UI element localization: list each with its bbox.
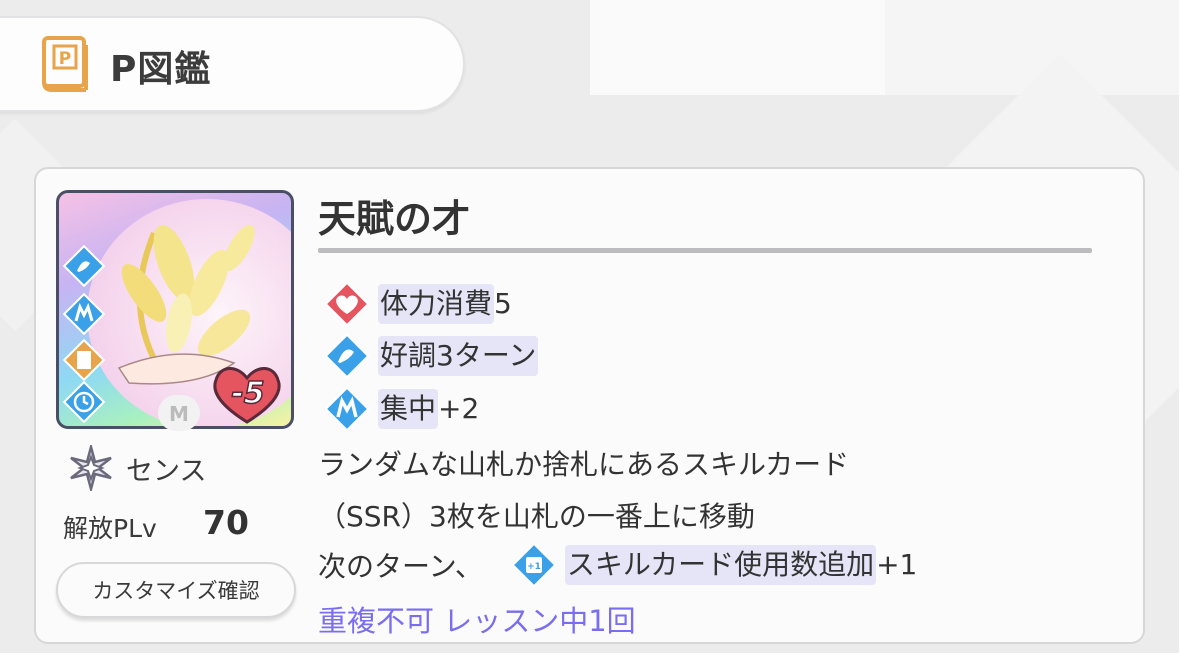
effect-concentration: 集中 +2 xyxy=(322,384,479,434)
effect-value: 5 xyxy=(494,287,512,320)
description-line-extra-skill: 次のターン、 +1 スキルカード使用数追加 +1 xyxy=(318,540,917,590)
title-divider xyxy=(318,248,1092,253)
skill-card-add-icon: +1 xyxy=(511,542,557,588)
effect-label: 好調3ターン xyxy=(378,336,539,376)
svg-text:P: P xyxy=(59,49,71,69)
page-title: P図鑑 xyxy=(110,49,212,90)
description-line: ランダムな山札か捨札にあるスキルカード xyxy=(318,448,850,481)
concentration-icon xyxy=(324,386,370,432)
sense-icon xyxy=(70,445,112,491)
unlock-plv-label: 解放PLv xyxy=(63,514,157,543)
concentration-icon xyxy=(63,293,105,335)
effect-label: スキルカード使用数追加 xyxy=(564,545,877,585)
svg-text:+1: +1 xyxy=(527,562,541,572)
effect-value: +2 xyxy=(438,392,480,425)
effect-good-condition: 好調3ターン xyxy=(322,331,539,381)
effect-label: 体力消費 xyxy=(378,284,495,324)
effect-value: +1 xyxy=(876,548,918,581)
rarity-badge: M xyxy=(158,395,200,431)
usage-limit-text: 重複不可 レッスン中1回 xyxy=(318,604,636,638)
clock-icon xyxy=(63,381,105,423)
card-type-icon xyxy=(63,339,105,381)
good-condition-icon xyxy=(324,333,370,379)
customize-check-button[interactable]: カスタマイズ確認 xyxy=(56,562,296,618)
skill-type: センス xyxy=(68,444,206,492)
description-prefix: 次のターン、 xyxy=(318,550,483,583)
description-line: （SSR）3枚を山札の一番上に移動 xyxy=(318,500,755,533)
effect-stamina-cost: 体力消費 5 xyxy=(322,279,512,329)
background-panel xyxy=(590,0,890,95)
unlock-plv-value: 70 xyxy=(203,503,249,542)
p-book-icon: P xyxy=(42,36,88,92)
heart-icon xyxy=(324,281,370,327)
svg-text:M: M xyxy=(169,402,189,426)
effect-label: 集中 xyxy=(378,389,439,429)
skill-type-label: センス xyxy=(126,455,207,487)
svg-text:-5: -5 xyxy=(231,376,264,411)
skill-title: 天賦の才 xyxy=(318,197,471,241)
stamina-cost-badge: -5 xyxy=(208,360,286,426)
good-condition-icon xyxy=(63,245,105,287)
page-header: P P図鑑 xyxy=(0,16,465,112)
